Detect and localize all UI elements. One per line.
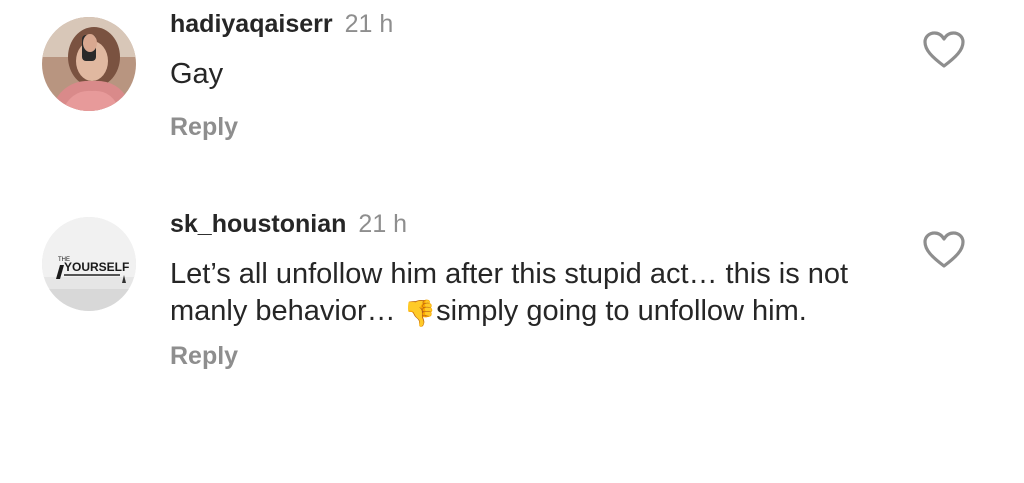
username[interactable]: hadiyaqaiserr [170, 10, 333, 39]
comment-meta: hadiyaqaiserr 21 h [170, 10, 904, 46]
profile-photo-icon: THE YOURSELF [42, 217, 136, 311]
avatar[interactable] [42, 17, 136, 111]
heart-outline-icon [923, 31, 965, 68]
comment-meta: sk_houstonian 21 h [170, 210, 904, 246]
timestamp: 21 h [358, 210, 408, 238]
comment-body: hadiyaqaiserr 21 h Gay Reply [170, 10, 904, 141]
comment-text: Gay [170, 58, 224, 90]
reply-button[interactable]: Reply [170, 342, 904, 371]
svg-text:YOURSELF: YOURSELF [64, 260, 129, 274]
timestamp: 21 h [344, 10, 394, 38]
like-button[interactable] [922, 230, 966, 270]
profile-photo-icon [42, 17, 136, 111]
like-button[interactable] [922, 30, 966, 70]
username[interactable]: sk_houstonian [170, 210, 346, 239]
heart-outline-icon [923, 231, 965, 268]
avatar[interactable]: THE YOURSELF [42, 217, 136, 311]
comment-item: THE YOURSELF sk_houstonian 21 h Let’s al… [0, 200, 1024, 483]
comment-body: sk_houstonian 21 h Let’s all unfollow hi… [170, 210, 904, 371]
thumbs-down-emoji-icon: 👎 [403, 298, 437, 328]
reply-button[interactable]: Reply [170, 113, 238, 142]
comment-text: Let’s all unfollow him after this stupid… [170, 256, 870, 332]
comment-item: hadiyaqaiserr 21 h Gay Reply [0, 0, 1024, 190]
comment-text-part: simply going to unfollow him. [436, 295, 807, 327]
